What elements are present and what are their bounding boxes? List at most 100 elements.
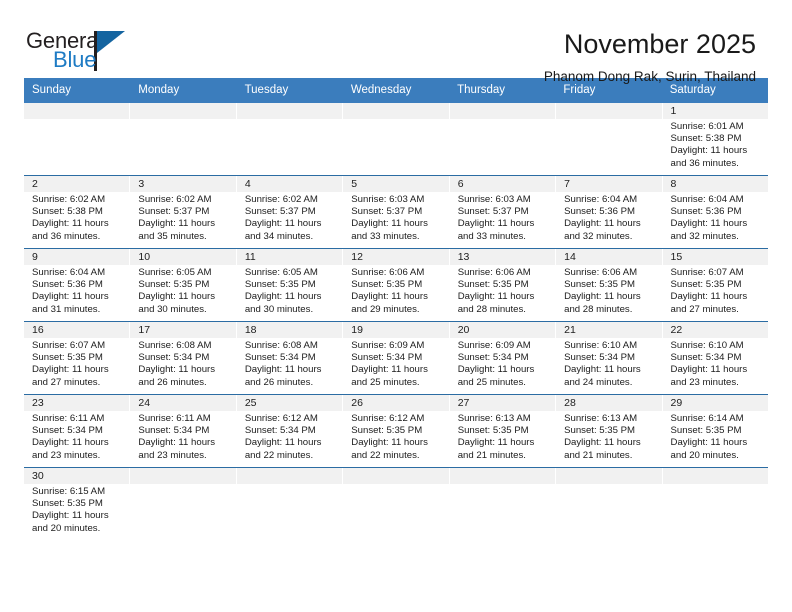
calendar-day-cell[interactable]: 11 Sunrise: 6:05 AM Sunset: 5:35 PM Dayligh… (236, 249, 344, 321)
daylight-duration-line1: Daylight: 11 hours (351, 218, 428, 230)
day-sun-info: Sunrise: 6:06 AM Sunset: 5:35 PM Daylight:… (556, 265, 661, 316)
calendar-day-cell[interactable]: 10 Sunrise: 6:05 AM Sunset: 5:35 PM Dayligh… (130, 249, 237, 321)
day-number (236, 103, 343, 119)
calendar-day-cell[interactable]: 5 Sunrise: 6:03 AM Sunset: 5:37 PM Daylight… (343, 176, 450, 248)
weekday-header-wednesday: Wednesday (350, 84, 412, 96)
calendar-week-row: 9 Sunrise: 6:04 AM Sunset: 5:36 PM Daylight… (24, 248, 768, 321)
sunrise-time: Sunrise: 6:06 AM (351, 267, 425, 278)
daylight-duration-line1: Daylight: 11 hours (670, 364, 748, 376)
daylight-duration-line2: and 22 minutes. (244, 449, 314, 461)
daylight-duration-line1: Daylight: 11 hours (457, 364, 535, 376)
calendar-week-row: 30 Sunrise: 6:15 AM Sunset: 5:35 PM Dayligh… (24, 467, 768, 546)
sunrise-time: Sunrise: 6:06 AM (457, 267, 531, 278)
calendar-day-cell[interactable]: 14 Sunrise: 6:06 AM Sunset: 5:35 PM Dayligh… (556, 249, 663, 321)
general-blue-logo[interactable]: General Blue (26, 28, 138, 76)
daylight-duration-line2: and 24 minutes. (564, 376, 633, 388)
calendar-day-cell[interactable]: 19 Sunrise: 6:09 AM Sunset: 5:34 PM Dayligh… (343, 322, 450, 394)
calendar-day-cell[interactable]: 25 Sunrise: 6:12 AM Sunset: 5:34 PM Dayligh… (236, 395, 344, 467)
calendar-day-cell[interactable]: 8 Sunrise: 6:04 AM Sunset: 5:36 PM Daylight… (662, 176, 768, 248)
calendar-day-cell-empty (662, 468, 768, 546)
daylight-duration-line1: Daylight: 11 hours (32, 364, 109, 376)
calendar-day-cell[interactable]: 23 Sunrise: 6:11 AM Sunset: 5:34 PM Dayligh… (24, 395, 131, 467)
day-number (24, 103, 130, 119)
day-sun-info: Sunrise: 6:11 AM Sunset: 5:34 PM Daylight:… (130, 411, 235, 462)
calendar-day-cell[interactable]: 28 Sunrise: 6:13 AM Sunset: 5:35 PM Dayligh… (556, 395, 663, 467)
calendar-day-cell[interactable]: 30 Sunrise: 6:15 AM Sunset: 5:35 PM Dayligh… (24, 468, 131, 546)
sunrise-time: Sunrise: 6:01 AM (670, 121, 744, 132)
daylight-duration-line1: Daylight: 11 hours (351, 437, 428, 449)
daylight-duration-line1: Daylight: 11 hours (670, 218, 748, 230)
day-number: 21 (556, 322, 662, 338)
calendar-day-cell[interactable]: 17 Sunrise: 6:08 AM Sunset: 5:34 PM Dayligh… (130, 322, 237, 394)
calendar-day-cell[interactable]: 20 Sunrise: 6:09 AM Sunset: 5:34 PM Dayligh… (449, 322, 557, 394)
calendar-week-row: 1 Sunrise: 6:01 AM Sunset: 5:38 PM Daylight… (24, 103, 768, 175)
calendar-day-cell[interactable]: 7 Sunrise: 6:04 AM Sunset: 5:36 PM Daylight… (556, 176, 663, 248)
sunset-time: Sunset: 5:34 PM (32, 425, 103, 437)
day-sun-info: Sunrise: 6:02 AM Sunset: 5:38 PM Daylight:… (24, 192, 129, 243)
day-sun-info: Sunrise: 6:07 AM Sunset: 5:35 PM Daylight:… (24, 338, 129, 389)
sunrise-time: Sunrise: 6:06 AM (564, 267, 638, 278)
sunrise-time: Sunrise: 6:11 AM (138, 413, 211, 424)
day-sun-info: Sunrise: 6:12 AM Sunset: 5:34 PM Daylight:… (237, 411, 342, 462)
daylight-duration-line2: and 30 minutes. (138, 303, 207, 315)
sunrise-time: Sunrise: 6:04 AM (564, 194, 638, 205)
day-number: 8 (662, 176, 768, 192)
sunset-time: Sunset: 5:35 PM (138, 279, 210, 291)
daylight-duration-line2: and 28 minutes. (457, 303, 526, 315)
day-number: 17 (130, 322, 236, 338)
sunset-time: Sunset: 5:34 PM (564, 352, 636, 364)
calendar-day-cell[interactable]: 1 Sunrise: 6:01 AM Sunset: 5:38 PM Daylight… (662, 103, 768, 175)
day-number: 23 (24, 395, 130, 411)
daylight-duration-line2: and 36 minutes. (32, 230, 101, 242)
daylight-duration-line1: Daylight: 11 hours (457, 437, 535, 449)
calendar-day-cell-empty (343, 468, 450, 546)
day-number: 11 (236, 249, 343, 265)
calendar-day-cell[interactable]: 15 Sunrise: 6:07 AM Sunset: 5:35 PM Dayligh… (662, 249, 768, 321)
calendar-day-cell[interactable]: 22 Sunrise: 6:10 AM Sunset: 5:34 PM Dayligh… (662, 322, 768, 394)
calendar-day-cell[interactable]: 9 Sunrise: 6:04 AM Sunset: 5:36 PM Daylight… (24, 249, 131, 321)
sunrise-time: Sunrise: 6:13 AM (457, 413, 531, 424)
calendar-day-cell[interactable]: 21 Sunrise: 6:10 AM Sunset: 5:34 PM Dayligh… (556, 322, 663, 394)
day-number (556, 103, 662, 119)
calendar-day-cell[interactable]: 26 Sunrise: 6:12 AM Sunset: 5:35 PM Dayligh… (343, 395, 450, 467)
calendar-day-cell[interactable]: 16 Sunrise: 6:07 AM Sunset: 5:35 PM Dayligh… (24, 322, 131, 394)
day-number: 15 (662, 249, 768, 265)
day-number: 30 (24, 468, 130, 484)
daylight-duration-line1: Daylight: 11 hours (138, 437, 216, 449)
daylight-duration-line1: Daylight: 11 hours (244, 364, 322, 376)
day-sun-info: Sunrise: 6:08 AM Sunset: 5:34 PM Daylight:… (130, 338, 235, 389)
calendar-day-cell-empty (556, 468, 663, 546)
calendar-day-cell[interactable]: 6 Sunrise: 6:03 AM Sunset: 5:37 PM Daylight… (449, 176, 557, 248)
day-sun-info: Sunrise: 6:13 AM Sunset: 5:35 PM Daylight:… (556, 411, 661, 462)
calendar-day-cell[interactable]: 18 Sunrise: 6:08 AM Sunset: 5:34 PM Dayligh… (236, 322, 344, 394)
calendar-day-cell[interactable]: 3 Sunrise: 6:02 AM Sunset: 5:37 PM Daylight… (130, 176, 237, 248)
calendar-day-cell[interactable]: 12 Sunrise: 6:06 AM Sunset: 5:35 PM Dayligh… (343, 249, 450, 321)
calendar-day-cell-empty (236, 468, 344, 546)
day-sun-info: Sunrise: 6:09 AM Sunset: 5:34 PM Daylight:… (450, 338, 555, 389)
weekday-header-sunday: Sunday (32, 84, 72, 96)
calendar-day-cell[interactable]: 4 Sunrise: 6:02 AM Sunset: 5:37 PM Daylight… (236, 176, 344, 248)
daylight-duration-line2: and 27 minutes. (32, 376, 101, 388)
sunrise-time: Sunrise: 6:08 AM (138, 340, 212, 351)
day-sun-info: Sunrise: 6:06 AM Sunset: 5:35 PM Daylight:… (450, 265, 555, 316)
sunset-time: Sunset: 5:35 PM (351, 279, 423, 291)
sunrise-time: Sunrise: 6:12 AM (351, 413, 425, 424)
calendar-week-row: 23 Sunrise: 6:11 AM Sunset: 5:34 PM Dayligh… (24, 394, 768, 467)
day-number: 26 (343, 395, 449, 411)
calendar-day-cell[interactable]: 24 Sunrise: 6:11 AM Sunset: 5:34 PM Dayligh… (130, 395, 237, 467)
calendar-day-cell[interactable]: 27 Sunrise: 6:13 AM Sunset: 5:35 PM Dayligh… (449, 395, 557, 467)
daylight-duration-line2: and 32 minutes. (670, 230, 739, 242)
sunrise-time: Sunrise: 6:02 AM (244, 194, 318, 205)
sunset-time: Sunset: 5:35 PM (457, 425, 529, 437)
calendar-day-cell[interactable]: 2 Sunrise: 6:02 AM Sunset: 5:38 PM Daylight… (24, 176, 131, 248)
calendar-day-cell[interactable]: 13 Sunrise: 6:06 AM Sunset: 5:35 PM Dayligh… (449, 249, 557, 321)
calendar-day-cell[interactable]: 29 Sunrise: 6:14 AM Sunset: 5:35 PM Dayligh… (662, 395, 768, 467)
day-sun-info: Sunrise: 6:05 AM Sunset: 5:35 PM Daylight:… (130, 265, 235, 316)
day-sun-info: Sunrise: 6:11 AM Sunset: 5:34 PM Daylight:… (24, 411, 129, 462)
sunset-time: Sunset: 5:34 PM (244, 425, 316, 437)
calendar-grid: Sunday Monday Tuesday Wednesday Thursday… (24, 78, 768, 546)
sunrise-time: Sunrise: 6:14 AM (670, 413, 744, 424)
daylight-duration-line1: Daylight: 11 hours (244, 437, 322, 449)
sunrise-time: Sunrise: 6:10 AM (670, 340, 744, 351)
day-sun-info: Sunrise: 6:04 AM Sunset: 5:36 PM Daylight:… (24, 265, 129, 316)
